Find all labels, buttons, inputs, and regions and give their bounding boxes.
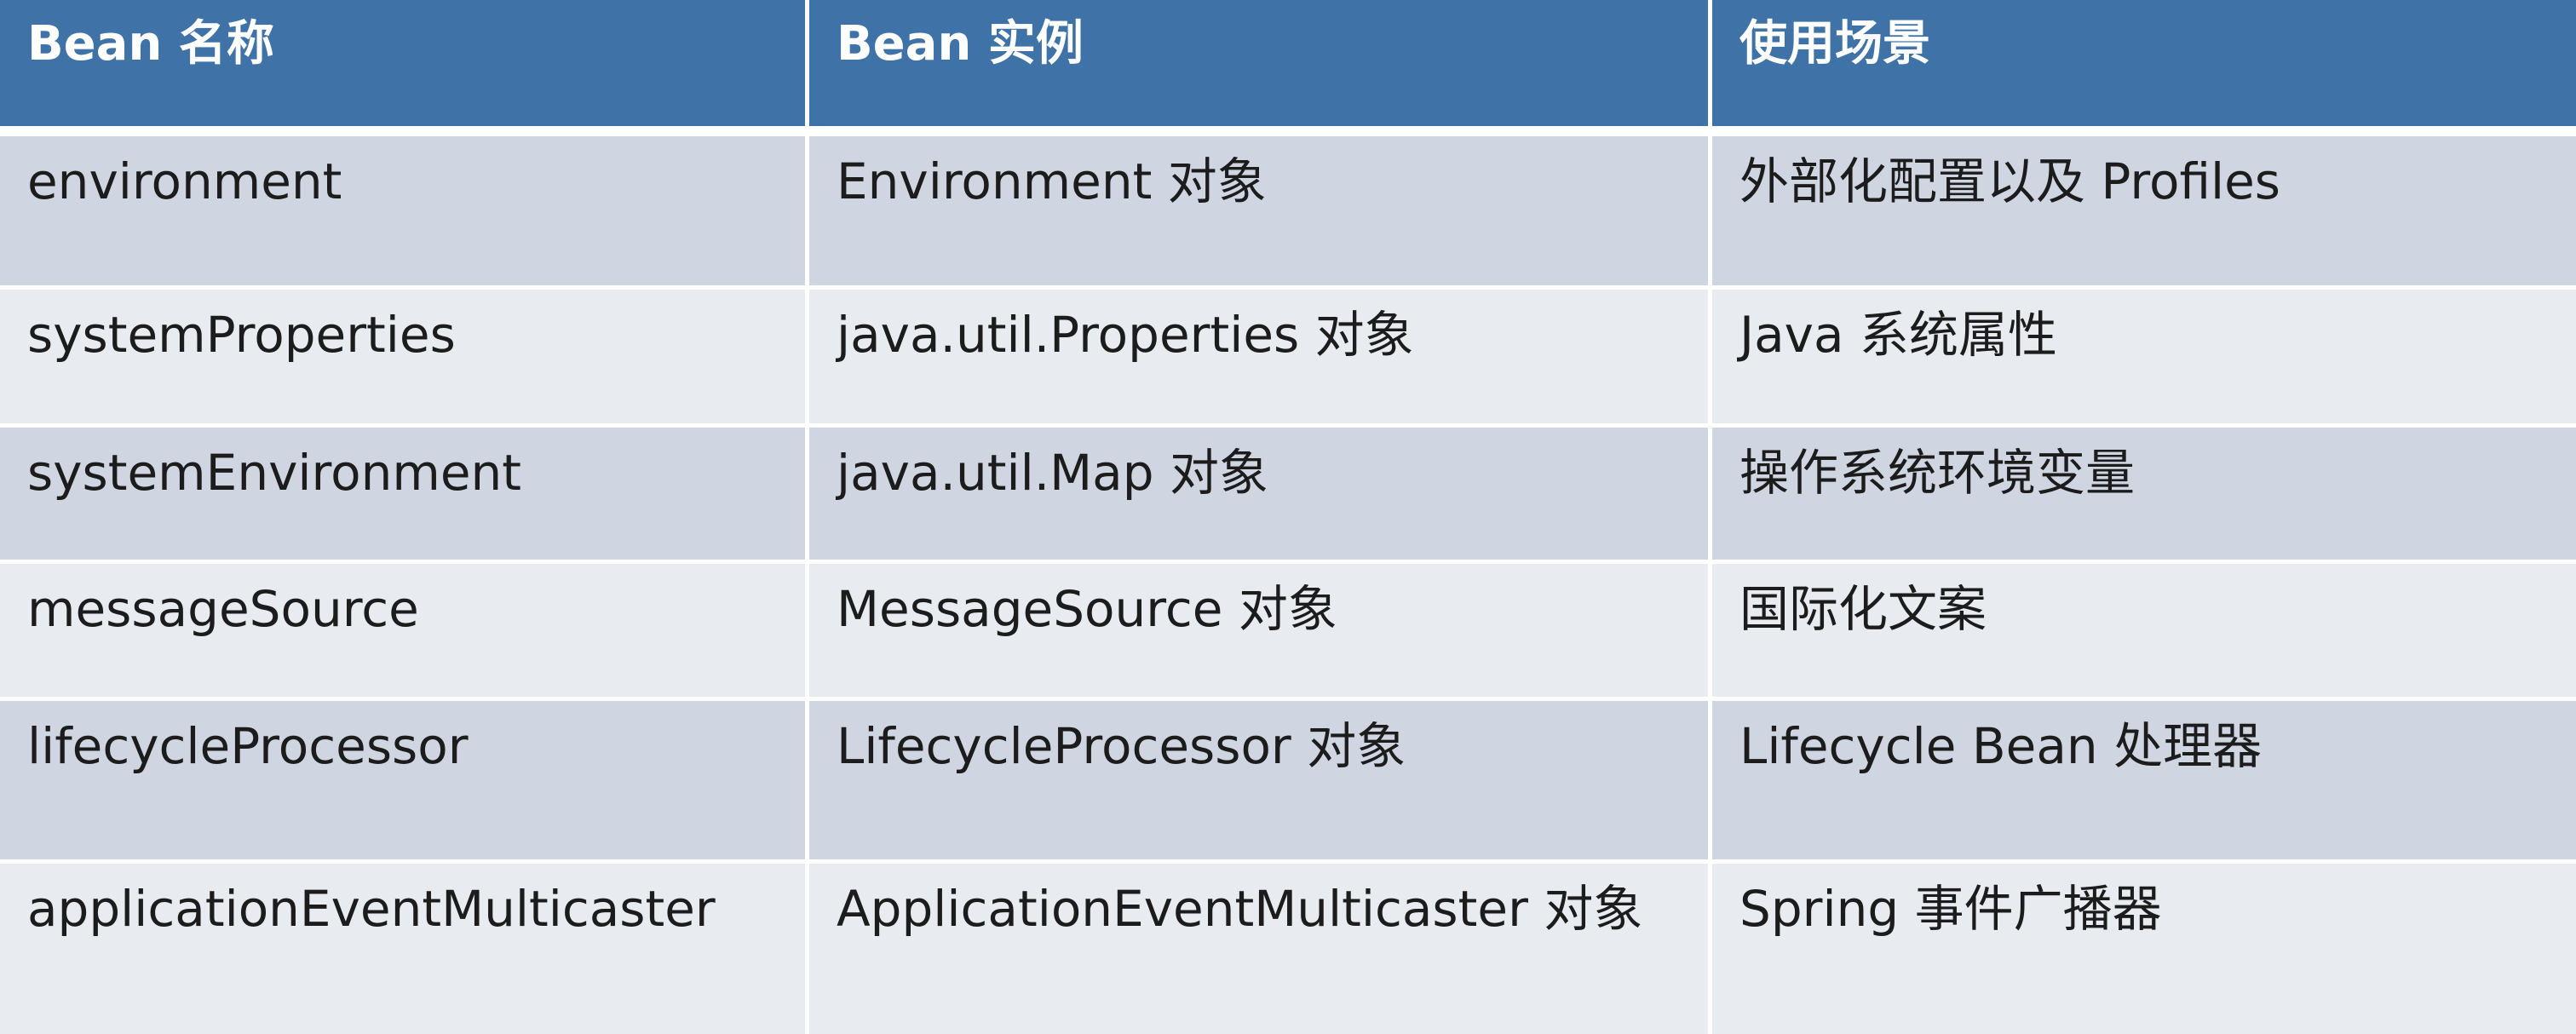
cell-bean-instance: LifecycleProcessor 对象 <box>809 700 1712 865</box>
table-row: applicationEventMulticaster ApplicationE… <box>0 864 2576 1034</box>
table-row: lifecycleProcessor LifecycleProcessor 对象… <box>0 700 2576 865</box>
cell-bean-name: systemProperties <box>0 289 809 428</box>
cell-bean-instance: java.util.Properties 对象 <box>809 289 1712 428</box>
table-row: environment Environment 对象 外部化配置以及 Profi… <box>0 136 2576 290</box>
cell-usage-scenario: Java 系统属性 <box>1712 289 2576 428</box>
cell-bean-instance: MessageSource 对象 <box>809 564 1712 701</box>
cell-usage-scenario: 外部化配置以及 Profiles <box>1712 136 2576 290</box>
cell-usage-scenario: 操作系统环境变量 <box>1712 427 2576 565</box>
table-header-row: Bean 名称 Bean 实例 使用场景 <box>0 0 2576 136</box>
table-row: systemProperties java.util.Properties 对象… <box>0 289 2576 428</box>
cell-bean-name: lifecycleProcessor <box>0 700 809 865</box>
header-usage-scenario: 使用场景 <box>1712 0 2576 136</box>
header-bean-instance: Bean 实例 <box>809 0 1712 136</box>
cell-usage-scenario: 国际化文案 <box>1712 564 2576 701</box>
table-row: systemEnvironment java.util.Map 对象 操作系统环… <box>0 427 2576 565</box>
cell-bean-name: applicationEventMulticaster <box>0 864 809 1034</box>
cell-bean-name: messageSource <box>0 564 809 701</box>
table-row: messageSource MessageSource 对象 国际化文案 <box>0 564 2576 701</box>
cell-bean-instance: ApplicationEventMulticaster 对象 <box>809 864 1712 1034</box>
cell-bean-instance: Environment 对象 <box>809 136 1712 290</box>
cell-usage-scenario: Lifecycle Bean 处理器 <box>1712 700 2576 865</box>
header-bean-name: Bean 名称 <box>0 0 809 136</box>
cell-usage-scenario: Spring 事件广播器 <box>1712 864 2576 1034</box>
cell-bean-instance: java.util.Map 对象 <box>809 427 1712 565</box>
cell-bean-name: environment <box>0 136 809 290</box>
bean-table: Bean 名称 Bean 实例 使用场景 environment Environ… <box>0 0 2576 1034</box>
cell-bean-name: systemEnvironment <box>0 427 809 565</box>
